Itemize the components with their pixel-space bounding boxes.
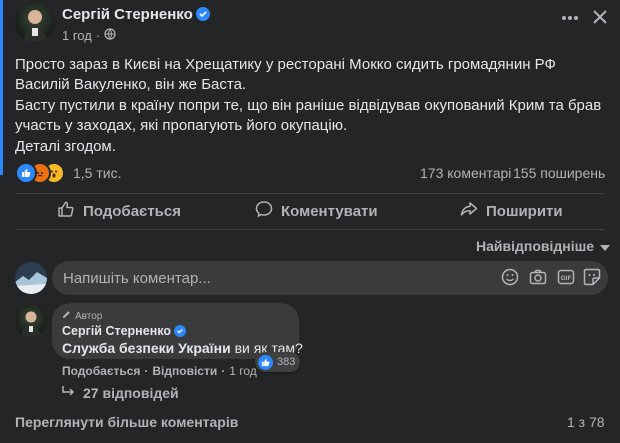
- comment-reply-link[interactable]: Відповісти: [152, 364, 217, 378]
- like-button[interactable]: Подобається: [57, 200, 181, 222]
- comment-reactions[interactable]: 383: [255, 352, 301, 372]
- post-paragraph-3: Деталі згодом.: [15, 138, 116, 155]
- svg-text:GIF: GIF: [561, 275, 572, 282]
- comment-reactions-count: 383: [277, 356, 296, 368]
- reactions-count[interactable]: 1,5 тис.: [73, 165, 121, 181]
- globe-icon: [104, 28, 116, 43]
- post-highlight-bar: [0, 0, 3, 175]
- share-button-label: Поширити: [486, 202, 563, 220]
- author-badge-label: Автор: [75, 310, 103, 322]
- like-reaction-icon: [258, 354, 273, 370]
- comments-count[interactable]: 173 коментарі: [420, 165, 511, 181]
- comment-button[interactable]: Коментувати: [255, 200, 378, 222]
- comment-author-avatar[interactable]: [15, 305, 47, 337]
- author-avatar[interactable]: [15, 2, 55, 42]
- comment-input-placeholder: Напишіть коментар...: [63, 270, 211, 287]
- view-more-comments-link[interactable]: Переглянути більше коментарів: [15, 414, 238, 430]
- divider: [15, 193, 605, 194]
- divider: [15, 229, 605, 230]
- comment-button-label: Коментувати: [281, 202, 378, 220]
- viewer-avatar[interactable]: [15, 262, 47, 294]
- reaction-icons[interactable]: [15, 162, 75, 184]
- author-badge: Автор: [62, 310, 102, 322]
- post-paragraph-2: Басту пустили в країну попри те, що він …: [15, 97, 602, 134]
- close-icon[interactable]: [591, 8, 609, 31]
- share-icon: [460, 200, 478, 222]
- sort-label: Найвідповідніше: [476, 238, 595, 254]
- reply-arrow-icon: [61, 385, 75, 401]
- pencil-icon: [62, 310, 71, 322]
- like-reaction-icon: [15, 162, 37, 184]
- gif-icon[interactable]: GIF: [557, 268, 575, 291]
- comment-bubble: Автор Сергій Стерненко Служба безпеки Ук…: [52, 303, 303, 359]
- post-author-name[interactable]: Сергій Стерненко: [62, 6, 193, 23]
- shares-count[interactable]: 155 поширень: [513, 165, 605, 181]
- camera-icon[interactable]: [529, 268, 547, 291]
- comments-pagination: 1 з 78: [567, 414, 605, 430]
- thumbs-up-icon: [57, 200, 75, 222]
- sort-dropdown[interactable]: Найвідповідніше: [476, 238, 611, 254]
- more-options-icon[interactable]: [560, 8, 580, 33]
- comment-mention[interactable]: Служба безпеки України: [62, 340, 231, 356]
- comment-time[interactable]: 1 год: [229, 364, 257, 378]
- view-replies-label: 27 відповідей: [83, 385, 179, 401]
- post-time[interactable]: 1 год: [62, 28, 92, 43]
- sticker-icon[interactable]: [583, 268, 601, 291]
- view-replies-button[interactable]: 27 відповідей: [61, 385, 179, 401]
- emoji-icon[interactable]: [501, 268, 519, 291]
- share-button[interactable]: Поширити: [460, 200, 563, 222]
- verified-icon: [173, 325, 186, 337]
- comment-input[interactable]: Напишіть коментар... GIF: [52, 261, 608, 295]
- verified-icon: [195, 7, 210, 21]
- post-paragraph-1: Просто зараз в Києві на Хрещатику у рест…: [15, 56, 556, 93]
- like-button-label: Подобається: [83, 202, 181, 220]
- comment-author-name[interactable]: Сергій Стерненко: [62, 324, 171, 338]
- comment-like-link[interactable]: Подобається: [62, 364, 140, 378]
- comment-icon: [255, 200, 273, 222]
- caret-down-icon: [600, 238, 611, 254]
